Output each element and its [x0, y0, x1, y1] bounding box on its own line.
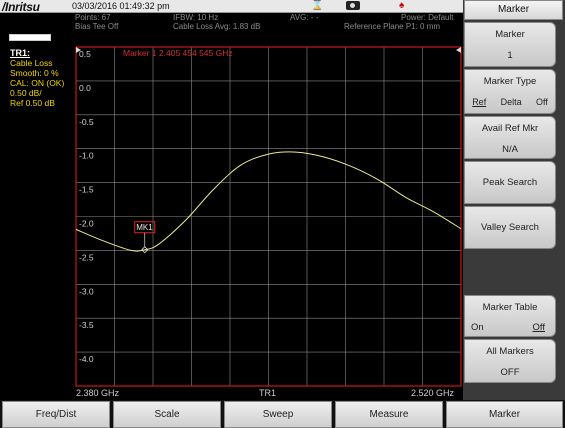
marker-label: MK1 [136, 223, 153, 232]
menu-sweep[interactable]: Sweep [224, 401, 332, 428]
marker-table-off: Off [532, 322, 546, 333]
all-markers-button[interactable]: All Markers OFF [464, 339, 556, 383]
y-tick-label: -3.0 [79, 286, 94, 296]
empty-softkey [464, 251, 556, 293]
marker-type-ref: Ref [472, 97, 487, 107]
y-tick-label: -2.0 [79, 219, 94, 229]
marker-table-button[interactable]: Marker Table On Off [464, 295, 556, 337]
trace-label: TR1 [259, 388, 277, 398]
marker-select-value: 1 [507, 50, 513, 61]
marker-table-on: On [471, 322, 484, 333]
stop-frequency: 2.520 GHz [411, 388, 455, 398]
avail-ref-title: Avail Ref Mkr [481, 123, 539, 134]
menu-marker[interactable]: Marker [446, 401, 563, 428]
marker-type-button[interactable]: Marker Type Ref Delta Off [464, 69, 556, 114]
all-markers-title: All Markers [486, 346, 534, 357]
marker-select-button[interactable]: Marker 1 [464, 22, 556, 67]
softkey-panel: Marker Marker 1 Marker Type Ref Delta Of… [463, 0, 565, 400]
y-tick-label: 0.5 [79, 49, 91, 59]
peak-search-button[interactable]: Peak Search [464, 161, 556, 204]
menu-scale[interactable]: Scale [113, 401, 221, 428]
y-tick-label: -0.5 [79, 117, 94, 127]
marker-select-title: Marker [495, 29, 525, 40]
y-tick-label: -2.5 [79, 252, 94, 262]
marker-type-title: Marker Type [483, 76, 537, 87]
all-markers-value: OFF [500, 367, 520, 378]
marker-type-delta: Delta [500, 97, 522, 107]
reference-right-arrow [456, 47, 461, 53]
menu-measure[interactable]: Measure [335, 401, 443, 428]
marker-type-off: Off [535, 97, 548, 107]
menu-freq-dist[interactable]: Freq/Dist [2, 401, 110, 428]
marker-readout: Marker 1 2.405 454 545 GHz [123, 48, 233, 58]
y-tick-label: -1.5 [79, 185, 94, 195]
marker-table-title: Marker Table [482, 302, 538, 313]
avail-ref-value: N/A [502, 144, 518, 155]
start-frequency: 2.380 GHz [76, 388, 120, 398]
valley-search-button[interactable]: Valley Search [464, 206, 556, 249]
y-tick-label: -3.5 [79, 320, 94, 330]
y-tick-label: -1.0 [79, 151, 94, 161]
softkey-menu-title: Marker [464, 0, 563, 20]
avail-ref-marker-button[interactable]: Avail Ref Mkr N/A [464, 116, 556, 159]
y-tick-label: 0.0 [79, 83, 91, 93]
y-tick-label: -4.0 [79, 354, 94, 364]
